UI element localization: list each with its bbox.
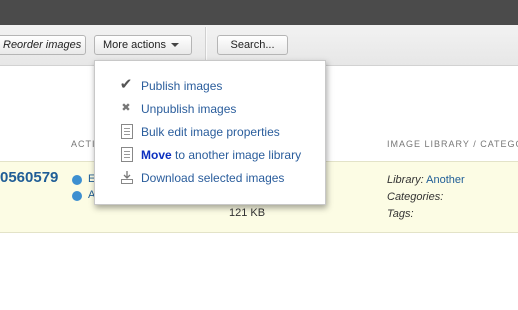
download-icon [121, 171, 133, 184]
menu-item-label: Move to another image library [141, 146, 301, 164]
add-action-icon[interactable] [72, 191, 82, 201]
categories-meta: Categories: [387, 191, 443, 203]
more-actions-label: More actions [103, 39, 166, 51]
document-icon [121, 124, 133, 139]
tags-meta: Tags: [387, 208, 414, 220]
reorder-images-label: Reorder images [3, 39, 82, 51]
menu-item-label: Bulk edit image properties [141, 125, 280, 139]
search-button[interactable]: Search... [217, 35, 288, 55]
categories-label: Categories: [387, 191, 444, 203]
file-size: 121 KB [229, 207, 266, 219]
library-meta: Library: Another [387, 174, 465, 186]
library-link[interactable]: Another [426, 174, 465, 186]
edit-action-icon[interactable] [72, 175, 82, 185]
more-actions-dropdown-menu: ✔ Publish images ✖ Unpublish images Bulk… [94, 60, 326, 205]
menu-item-label: Unpublish images [141, 102, 237, 116]
image-id-link[interactable]: 0560579 [0, 169, 58, 186]
column-header-actions: ACTI [71, 139, 96, 149]
search-label: Search... [230, 39, 275, 51]
x-icon: ✖ [121, 102, 131, 114]
more-actions-button[interactable]: More actions [94, 35, 192, 55]
reorder-images-button[interactable]: Reorder images [0, 35, 86, 55]
column-header-library: IMAGE LIBRARY / CATEGO [387, 139, 518, 149]
tags-label: Tags: [387, 208, 414, 220]
library-label: Library: [387, 174, 424, 186]
top-dark-bar [0, 0, 518, 25]
document-icon [121, 147, 133, 162]
caret-down-icon [170, 43, 179, 47]
menu-item-label-bold: Move [141, 148, 172, 162]
menu-item-label: Download selected images [141, 171, 285, 185]
checkmark-icon: ✔ [119, 76, 133, 93]
menu-item-label-rest: to another image library [171, 148, 302, 162]
menu-item-label: Publish images [141, 79, 223, 93]
